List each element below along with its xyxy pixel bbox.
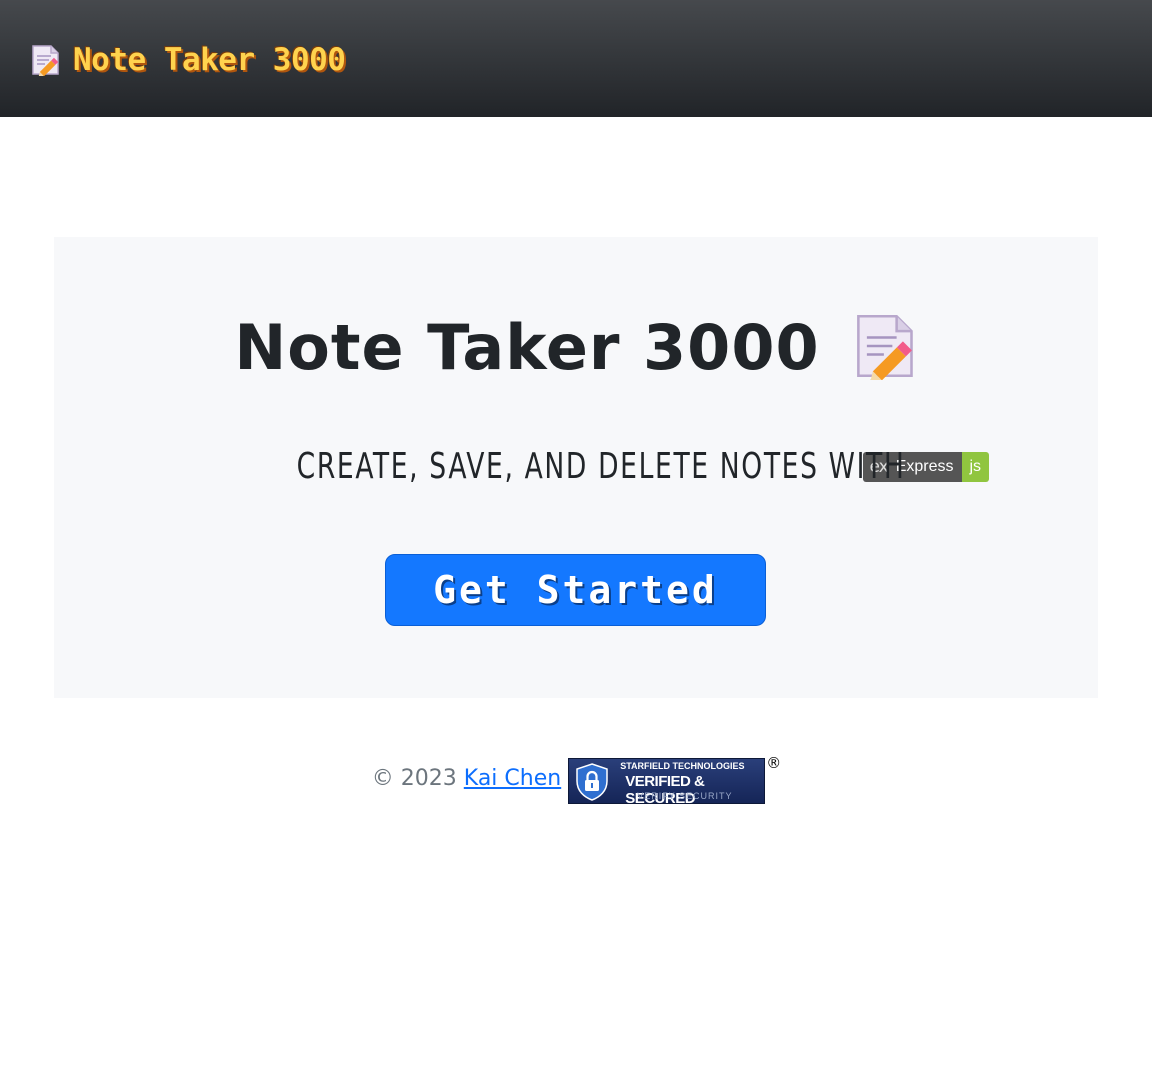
navbar: Note Taker 3000 — [0, 0, 1152, 117]
brand-title: Note Taker 3000 — [73, 42, 346, 78]
hero-panel: Note Taker 3000 CREATE, SAVE, AND DELETE… — [54, 237, 1098, 698]
memo-icon — [31, 44, 61, 76]
badge-value: js — [961, 452, 990, 482]
security-seal[interactable]: STARFIELD TECHNOLOGIES VERIFIED & SECURE… — [568, 754, 781, 807]
author-link[interactable]: Kai Chen — [464, 757, 561, 801]
memo-icon — [854, 312, 918, 384]
seal-verified: VERIFIED & SECURED — [625, 773, 705, 807]
security-seal-box: STARFIELD TECHNOLOGIES VERIFIED & SECURE… — [568, 758, 766, 807]
registered-mark: ® — [766, 754, 782, 772]
seal-verify-link: VERIFY SECURITY — [637, 791, 733, 801]
subtitle-row: CREATE, SAVE, AND DELETE NOTES WITH ex E… — [54, 445, 1098, 489]
hero-title-row: Note Taker 3000 — [54, 312, 1098, 384]
brand-link[interactable]: Note Taker 3000 — [31, 38, 346, 82]
page-title: Note Taker 3000 — [234, 311, 820, 384]
get-started-label: Get Started — [433, 568, 718, 612]
shield-lock-icon — [575, 763, 609, 805]
get-started-button[interactable]: Get Started — [385, 554, 766, 626]
seal-company: STARFIELD TECHNOLOGIES — [620, 761, 745, 771]
footer: © 2023 Kai Chen STARFIELD TECHNOLOGIES V… — [0, 754, 1152, 807]
copyright-text: © 2023 — [371, 766, 457, 791]
hero-subtitle: CREATE, SAVE, AND DELETE NOTES WITH — [296, 446, 906, 487]
